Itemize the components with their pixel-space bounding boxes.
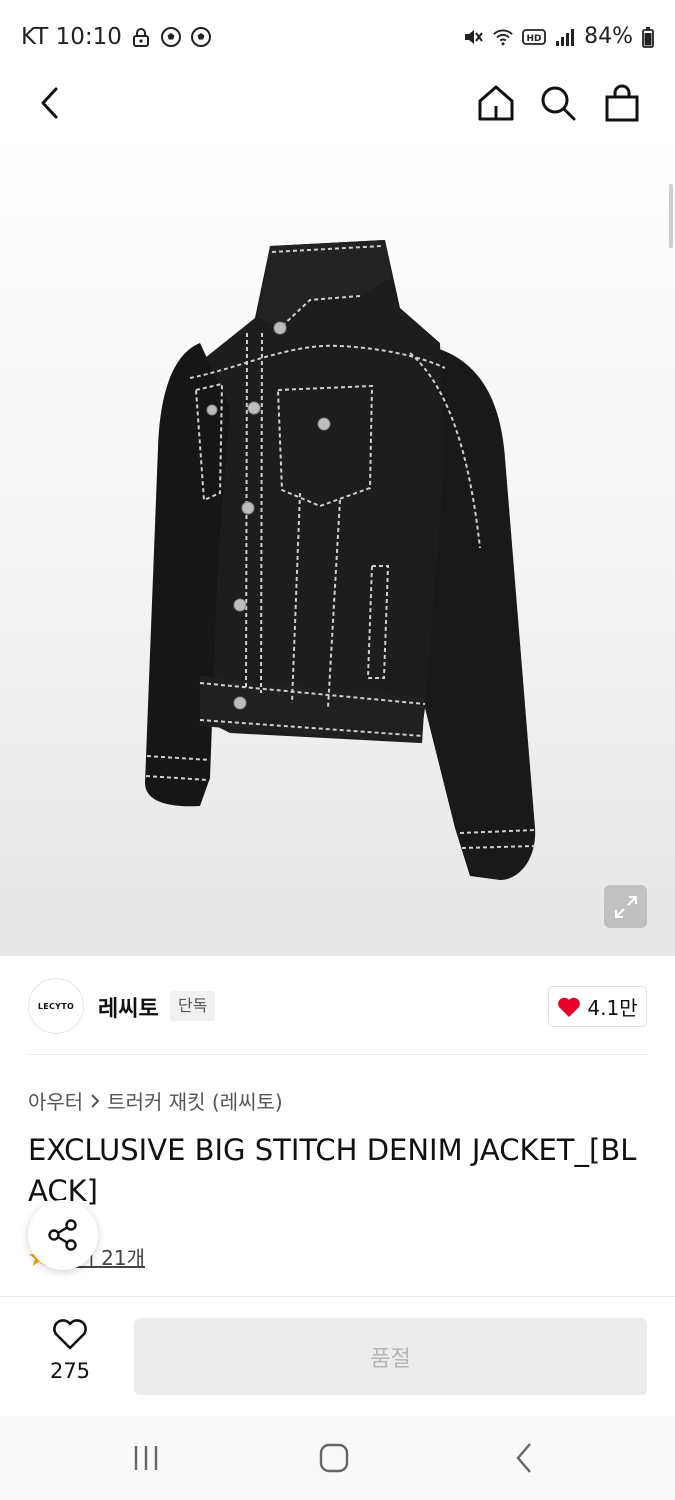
signal-icon bbox=[556, 28, 575, 46]
purchase-bar: 275 품절 bbox=[0, 1296, 675, 1416]
expand-image-button[interactable] bbox=[604, 885, 647, 928]
home-nav-button[interactable] bbox=[304, 1436, 364, 1480]
product-image[interactable] bbox=[0, 128, 675, 956]
brand-row: LECYTO 레씨토 단독 4.1만 bbox=[28, 978, 647, 1034]
battery-percent: 84% bbox=[584, 24, 633, 49]
sold-out-button[interactable]: 품절 bbox=[134, 1318, 647, 1395]
brand-logo[interactable]: LECYTO bbox=[28, 978, 84, 1034]
battery-icon bbox=[642, 26, 654, 48]
exclusive-badge: 단독 bbox=[170, 991, 216, 1021]
scroll-indicator bbox=[669, 184, 673, 248]
carrier-time: KT 10:10 bbox=[21, 24, 122, 50]
back-button[interactable] bbox=[24, 78, 74, 128]
mute-icon bbox=[465, 29, 483, 44]
breadcrumb-category[interactable]: 아우터 bbox=[28, 1086, 83, 1115]
brand-logo-text: LECYTO bbox=[37, 1001, 75, 1011]
divider bbox=[28, 1054, 647, 1055]
brand-like-button[interactable]: 4.1만 bbox=[548, 986, 647, 1027]
status-left: KT 10:10 bbox=[21, 24, 212, 50]
recent-apps-icon bbox=[134, 1446, 158, 1470]
status-bar: KT 10:10 HD 84% bbox=[0, 0, 675, 78]
system-nav-bar bbox=[0, 1416, 675, 1500]
breadcrumb-subcategory[interactable]: 트러커 재킷 (레씨토) bbox=[107, 1086, 283, 1115]
soccer-ball-icon bbox=[190, 27, 211, 47]
recent-apps-button[interactable] bbox=[116, 1436, 176, 1480]
search-button[interactable] bbox=[533, 78, 583, 128]
shopping-bag-icon bbox=[605, 84, 639, 122]
heart-outline-icon bbox=[53, 1319, 87, 1350]
home-icon bbox=[478, 85, 514, 121]
home-nav-icon bbox=[319, 1443, 349, 1473]
expand-icon bbox=[614, 895, 637, 918]
app-header bbox=[0, 78, 675, 128]
product-title: EXCLUSIVE BIG STITCH DENIM JACKET_[BLACK… bbox=[28, 1133, 637, 1208]
wifi-icon bbox=[493, 29, 513, 45]
share-button[interactable] bbox=[28, 1200, 98, 1270]
wish-button[interactable]: 275 bbox=[40, 1319, 100, 1383]
cart-button[interactable] bbox=[597, 78, 647, 128]
jacket-image bbox=[145, 240, 536, 880]
svg-text:HD: HD bbox=[527, 34, 542, 44]
search-icon bbox=[541, 86, 576, 121]
lock-icon bbox=[132, 28, 149, 47]
wish-count: 275 bbox=[49, 1359, 91, 1383]
soccer-ball-icon bbox=[160, 27, 181, 47]
brand-name[interactable]: 레씨토 bbox=[98, 991, 159, 1023]
share-icon bbox=[48, 1219, 77, 1251]
hd-icon: HD bbox=[522, 28, 546, 45]
breadcrumb: 아우터 트러커 재킷 (레씨토) bbox=[28, 1086, 283, 1115]
status-right: HD 84% bbox=[462, 24, 655, 49]
product-detail-screen: KT 10:10 HD 84% LECYTO 레씨토 단독 4.1만 아우터 트… bbox=[0, 0, 675, 1500]
home-button[interactable] bbox=[471, 78, 521, 128]
back-arrow-icon bbox=[41, 87, 58, 119]
back-nav-icon bbox=[516, 1443, 531, 1473]
back-nav-button[interactable] bbox=[494, 1436, 554, 1480]
chevron-right-icon bbox=[91, 1093, 100, 1108]
brand-like-count: 4.1만 bbox=[587, 996, 638, 1020]
heart-filled-icon bbox=[558, 997, 581, 1017]
